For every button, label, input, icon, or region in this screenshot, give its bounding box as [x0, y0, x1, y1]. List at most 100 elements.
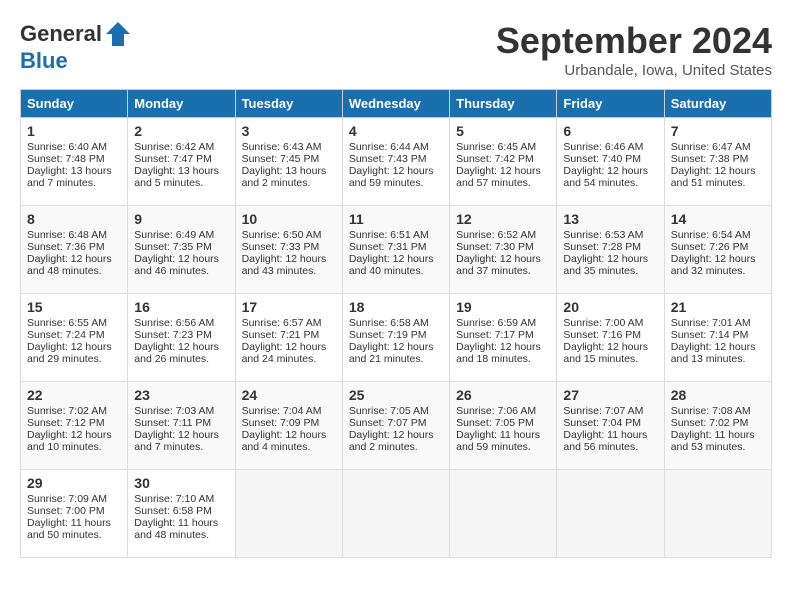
calendar-cell: 28Sunrise: 7:08 AMSunset: 7:02 PMDayligh… [664, 382, 771, 470]
day-number: 23 [134, 387, 228, 403]
sunset: Sunset: 7:05 PM [456, 417, 534, 429]
daylight: Daylight: 12 hours and 4 minutes. [242, 429, 327, 453]
sunset: Sunset: 7:23 PM [134, 329, 212, 341]
sunset: Sunset: 7:02 PM [671, 417, 749, 429]
daylight: Daylight: 13 hours and 5 minutes. [134, 165, 219, 189]
sunrise: Sunrise: 6:48 AM [27, 229, 107, 241]
day-header-friday: Friday [557, 90, 664, 118]
day-number: 5 [456, 123, 550, 139]
sunrise: Sunrise: 6:55 AM [27, 317, 107, 329]
day-number: 27 [563, 387, 657, 403]
day-number: 26 [456, 387, 550, 403]
sunrise: Sunrise: 6:57 AM [242, 317, 322, 329]
sunset: Sunset: 7:21 PM [242, 329, 320, 341]
daylight: Daylight: 12 hours and 7 minutes. [134, 429, 219, 453]
daylight: Daylight: 12 hours and 24 minutes. [242, 341, 327, 365]
calendar-week-row: 15Sunrise: 6:55 AMSunset: 7:24 PMDayligh… [21, 294, 772, 382]
day-number: 10 [242, 211, 336, 227]
sunset: Sunset: 7:42 PM [456, 153, 534, 165]
day-header-saturday: Saturday [664, 90, 771, 118]
calendar-cell: 14Sunrise: 6:54 AMSunset: 7:26 PMDayligh… [664, 206, 771, 294]
sunrise: Sunrise: 7:09 AM [27, 493, 107, 505]
calendar-cell: 10 Sunrise: 6:50 AMSunset: 7:33 PMDayligh… [235, 206, 342, 294]
daylight: Daylight: 12 hours and 13 minutes. [671, 341, 756, 365]
calendar-week-row: 1Sunrise: 6:40 AMSunset: 7:48 PMDaylight… [21, 118, 772, 206]
sunrise: Sunrise: 7:07 AM [563, 405, 643, 417]
sunrise: Sunrise: 6:40 AM [27, 141, 107, 153]
calendar-cell: 27Sunrise: 7:07 AMSunset: 7:04 PMDayligh… [557, 382, 664, 470]
day-number: 22 [27, 387, 121, 403]
calendar-cell: 11Sunrise: 6:51 AMSunset: 7:31 PMDayligh… [342, 206, 449, 294]
sunset: Sunset: 7:19 PM [349, 329, 427, 341]
daylight: Daylight: 12 hours and 51 minutes. [671, 165, 756, 189]
sunrise: Sunrise: 6:49 AM [134, 229, 214, 241]
daylight: Daylight: 12 hours and 46 minutes. [134, 253, 219, 277]
day-number: 9 [134, 211, 228, 227]
calendar-cell: 30Sunrise: 7:10 AMSunset: 6:58 PMDayligh… [128, 470, 235, 558]
calendar-cell: 9Sunrise: 6:49 AMSunset: 7:35 PMDaylight… [128, 206, 235, 294]
sunrise: Sunrise: 7:04 AM [242, 405, 322, 417]
sunset: Sunset: 7:28 PM [563, 241, 641, 253]
sunrise: Sunrise: 7:02 AM [27, 405, 107, 417]
sunset: Sunset: 7:38 PM [671, 153, 749, 165]
day-number: 6 [563, 123, 657, 139]
calendar-cell: 12Sunrise: 6:52 AMSunset: 7:30 PMDayligh… [450, 206, 557, 294]
calendar-cell: 5Sunrise: 6:45 AMSunset: 7:42 PMDaylight… [450, 118, 557, 206]
month-title: September 2024 [496, 20, 772, 62]
daylight: Daylight: 12 hours and 10 minutes. [27, 429, 112, 453]
day-header-thursday: Thursday [450, 90, 557, 118]
sunrise: Sunrise: 7:01 AM [671, 317, 751, 329]
day-number: 12 [456, 211, 550, 227]
sunset: Sunset: 7:33 PM [242, 241, 320, 253]
calendar-body: 1Sunrise: 6:40 AMSunset: 7:48 PMDaylight… [21, 118, 772, 558]
sunset: Sunset: 6:58 PM [134, 505, 212, 517]
sunset: Sunset: 7:26 PM [671, 241, 749, 253]
sunrise: Sunrise: 6:50 AM [242, 229, 322, 241]
daylight: Daylight: 12 hours and 32 minutes. [671, 253, 756, 277]
sunset: Sunset: 7:30 PM [456, 241, 534, 253]
calendar-cell [664, 470, 771, 558]
sunset: Sunset: 7:04 PM [563, 417, 641, 429]
sunset: Sunset: 7:14 PM [671, 329, 749, 341]
daylight: Daylight: 12 hours and 2 minutes. [349, 429, 434, 453]
logo-blue: Blue [20, 48, 68, 73]
calendar-week-row: 22Sunrise: 7:02 AMSunset: 7:12 PMDayligh… [21, 382, 772, 470]
day-number: 4 [349, 123, 443, 139]
sunset: Sunset: 7:48 PM [27, 153, 105, 165]
sunrise: Sunrise: 6:52 AM [456, 229, 536, 241]
daylight: Daylight: 12 hours and 43 minutes. [242, 253, 327, 277]
day-number: 28 [671, 387, 765, 403]
calendar-cell: 26Sunrise: 7:06 AMSunset: 7:05 PMDayligh… [450, 382, 557, 470]
daylight: Daylight: 12 hours and 54 minutes. [563, 165, 648, 189]
calendar-cell: 15Sunrise: 6:55 AMSunset: 7:24 PMDayligh… [21, 294, 128, 382]
daylight: Daylight: 12 hours and 18 minutes. [456, 341, 541, 365]
sunrise: Sunrise: 6:53 AM [563, 229, 643, 241]
calendar-cell: 17 Sunrise: 6:57 AMSunset: 7:21 PMDayligh… [235, 294, 342, 382]
day-number: 29 [27, 475, 121, 491]
day-number: 25 [349, 387, 443, 403]
day-number: 3 [242, 123, 336, 139]
daylight: Daylight: 11 hours and 53 minutes. [671, 429, 755, 453]
sunrise: Sunrise: 7:00 AM [563, 317, 643, 329]
sunset: Sunset: 7:11 PM [134, 417, 211, 429]
calendar-cell [557, 470, 664, 558]
daylight: Daylight: 12 hours and 29 minutes. [27, 341, 112, 365]
calendar-cell: 19Sunrise: 6:59 AMSunset: 7:17 PMDayligh… [450, 294, 557, 382]
day-number: 17 [242, 299, 336, 315]
sunset: Sunset: 7:00 PM [27, 505, 105, 517]
day-number: 1 [27, 123, 121, 139]
day-number: 2 [134, 123, 228, 139]
sunrise: Sunrise: 7:05 AM [349, 405, 429, 417]
daylight: Daylight: 12 hours and 26 minutes. [134, 341, 219, 365]
calendar-cell: 23 Sunrise: 7:03 AMSunset: 7:11 PMDayligh… [128, 382, 235, 470]
daylight: Daylight: 12 hours and 15 minutes. [563, 341, 648, 365]
sunrise: Sunrise: 6:54 AM [671, 229, 751, 241]
calendar-cell: 18Sunrise: 6:58 AMSunset: 7:19 PMDayligh… [342, 294, 449, 382]
sunrise: Sunrise: 6:47 AM [671, 141, 751, 153]
daylight: Daylight: 13 hours and 7 minutes. [27, 165, 112, 189]
calendar-table: SundayMondayTuesdayWednesdayThursdayFrid… [20, 89, 772, 558]
day-number: 19 [456, 299, 550, 315]
sunrise: Sunrise: 7:03 AM [134, 405, 214, 417]
day-number: 13 [563, 211, 657, 227]
daylight: Daylight: 11 hours and 50 minutes. [27, 517, 111, 541]
